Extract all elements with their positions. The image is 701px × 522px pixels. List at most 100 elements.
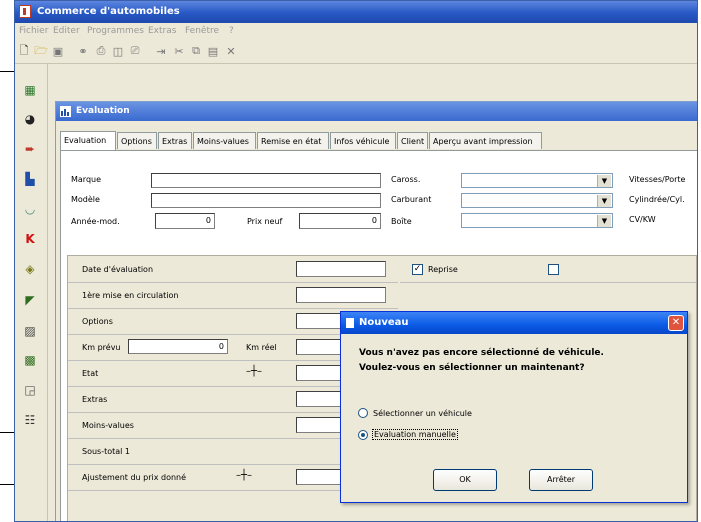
- dialog-title-bar: Nouveau ✕: [341, 312, 687, 334]
- prix-neuf-label: Prix neuf: [247, 217, 283, 226]
- carburant-combo[interactable]: ▼: [461, 193, 613, 208]
- modele-field[interactable]: [151, 193, 381, 208]
- title-bar: Commerce d'automobiles: [15, 1, 697, 23]
- marque-field[interactable]: [151, 173, 381, 188]
- dialog-message-line1: Vous n'avez pas encore sélectionné de vé…: [359, 348, 604, 358]
- ok-button[interactable]: OK: [433, 469, 497, 491]
- dialog-title: Nouveau: [359, 317, 409, 328]
- modele-label: Modèle: [71, 195, 100, 204]
- marque-label: Marque: [71, 175, 102, 184]
- chart-icon: [60, 106, 71, 117]
- date-evaluation-label: Date d'évaluation: [82, 265, 154, 274]
- menu-fichier[interactable]: Fichier: [19, 26, 48, 36]
- nouveau-dialog: Nouveau ✕ Vous n'avez pas encore sélecti…: [340, 311, 688, 503]
- save-icon[interactable]: ▣: [52, 45, 64, 58]
- annee-mod-label: Année-mod.: [71, 217, 120, 226]
- menu-extras[interactable]: Extras: [148, 26, 176, 36]
- ajustement-label: Ajustement du prix donné: [82, 473, 187, 482]
- chevron-down-icon[interactable]: ▼: [597, 215, 611, 227]
- tab-moins-values[interactable]: Moins-values: [193, 132, 256, 149]
- menu-help[interactable]: ?: [229, 26, 234, 36]
- sidebar-car-icon[interactable]: ➨: [21, 141, 39, 157]
- sidebar-customer-icon[interactable]: K: [21, 231, 39, 247]
- chevron-down-icon[interactable]: ▼: [597, 195, 611, 207]
- km-reel-label: Km réel: [246, 343, 277, 352]
- sidebar-tools-icon[interactable]: ◲: [21, 382, 39, 398]
- evaluation-title: Evaluation: [76, 106, 130, 116]
- open-folder-icon[interactable]: 🗁: [34, 44, 48, 57]
- printer-setup-icon[interactable]: ⎚: [129, 44, 141, 57]
- sidebar-vehicle-icon[interactable]: ▦: [21, 82, 39, 98]
- manual-evaluation-label[interactable]: Evaluation manuelle: [372, 429, 458, 440]
- app-icon: [19, 5, 31, 18]
- delete-icon[interactable]: ✕: [225, 45, 237, 58]
- km-prevu-label: Km prévu: [82, 343, 121, 352]
- sous-total-label: Sous-total 1: [82, 447, 131, 456]
- binoculars-icon[interactable]: ⚭: [77, 45, 89, 58]
- cylindree-label: Cylindrée/Cyl.: [629, 195, 685, 204]
- copy-icon[interactable]: ⧉: [190, 44, 202, 57]
- evaluation-title-bar: Evaluation: [56, 102, 697, 121]
- reprise-row: ✓ Reprise: [400, 256, 696, 283]
- reprise-label: Reprise: [428, 265, 458, 274]
- close-icon[interactable]: ✕: [668, 315, 684, 331]
- print-icon[interactable]: ⎙: [95, 44, 107, 57]
- tab-client[interactable]: Client: [397, 132, 428, 149]
- premiere-mise-field[interactable]: [296, 287, 386, 303]
- menu-fenetre[interactable]: Fenêtre: [185, 26, 219, 36]
- paste-icon[interactable]: ▤: [207, 45, 219, 58]
- caross-label: Caross.: [391, 175, 421, 184]
- sidebar-key-icon[interactable]: ◈: [21, 261, 39, 277]
- extras-label: Extras: [82, 395, 108, 404]
- cv-kw-label: CV/KW: [629, 215, 656, 224]
- menu-programmes[interactable]: Programmes: [87, 26, 144, 36]
- sidebar-archive-icon[interactable]: ▩: [21, 352, 39, 368]
- document-icon: [346, 318, 354, 328]
- annee-mod-field[interactable]: 0: [155, 213, 215, 229]
- tab-remise-en-etat[interactable]: Remise en état: [257, 132, 329, 149]
- reprise-checkbox[interactable]: ✓: [412, 264, 423, 275]
- sidebar: ▦ ◕ ➨ ▙ ◡ K ◈ ◤ ▨ ▩ ◲ ☷: [15, 64, 48, 521]
- sidebar-edit-icon[interactable]: ◤: [21, 292, 39, 308]
- toolbar: 🗋 🗁 ▣ ⚭ ⎙ ◫ ⎚ ⇥ ✂ ⧉ ▤ ✕: [15, 39, 697, 64]
- sidebar-network-icon[interactable]: ☷: [21, 412, 39, 428]
- etat-label: Etat: [82, 369, 99, 378]
- new-document-icon[interactable]: 🗋: [18, 44, 30, 57]
- etat-slider-icon[interactable]: –┼–: [246, 366, 262, 377]
- app-window: Commerce d'automobiles Fichier Editer Pr…: [14, 0, 698, 522]
- caross-combo[interactable]: ▼: [461, 173, 613, 188]
- moins-values-label: Moins-values: [82, 421, 134, 430]
- sidebar-document-icon[interactable]: ▨: [21, 323, 39, 339]
- tab-evaluation[interactable]: Evaluation: [60, 131, 116, 150]
- options-label: Options: [82, 317, 113, 326]
- chevron-down-icon[interactable]: ▼: [597, 175, 611, 187]
- print-preview-icon[interactable]: ◫: [112, 45, 124, 58]
- select-vehicle-label[interactable]: Sélectionner un véhicule: [373, 409, 472, 418]
- sidebar-handshake-icon[interactable]: ◡: [21, 201, 39, 217]
- boite-combo[interactable]: ▼: [461, 213, 613, 228]
- vitesses-label: Vitesses/Porte: [629, 175, 686, 184]
- row-premiere-mise: 1ère mise en circulation: [68, 282, 398, 309]
- ajustement-slider-icon[interactable]: –┼–: [236, 470, 252, 481]
- menu-editer[interactable]: Editer: [53, 26, 80, 36]
- cut-icon[interactable]: ✂: [173, 45, 185, 58]
- menu-bar: Fichier Editer Programmes Extras Fenêtre…: [15, 23, 697, 39]
- extra-checkbox[interactable]: [548, 264, 559, 275]
- insert-row-icon[interactable]: ⇥: [155, 45, 167, 58]
- row-date-evaluation: Date d'évaluation: [68, 256, 398, 283]
- prix-neuf-field[interactable]: 0: [299, 213, 381, 229]
- window-title: Commerce d'automobiles: [37, 6, 180, 17]
- tab-options[interactable]: Options: [117, 132, 157, 149]
- km-prevu-field[interactable]: 0: [128, 339, 228, 354]
- tab-apercu-impression[interactable]: Aperçu avant impression: [429, 132, 542, 149]
- radio-manual-evaluation[interactable]: [358, 430, 368, 440]
- radio-select-vehicle[interactable]: [358, 408, 368, 418]
- cancel-button[interactable]: Arrêter: [529, 469, 593, 491]
- sidebar-evaluation-icon[interactable]: ▙: [21, 171, 39, 187]
- sidebar-globe-icon[interactable]: ◕: [21, 111, 39, 127]
- date-evaluation-field[interactable]: [296, 261, 386, 277]
- carburant-label: Carburant: [391, 195, 432, 204]
- tab-infos-vehicule[interactable]: Infos véhicule: [330, 132, 396, 149]
- premiere-mise-label: 1ère mise en circulation: [82, 291, 179, 300]
- tab-extras[interactable]: Extras: [158, 132, 192, 149]
